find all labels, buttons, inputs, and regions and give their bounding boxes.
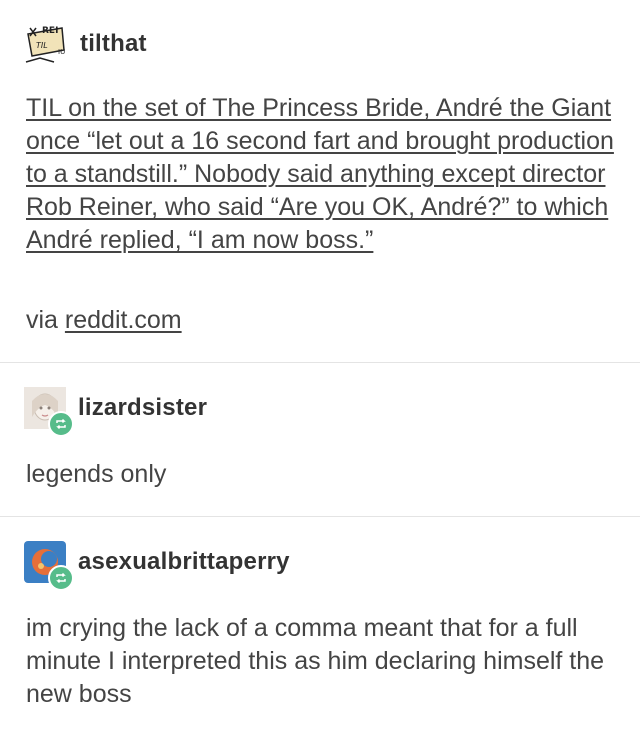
username-asexualbrittaperry[interactable]: asexualbrittaperry <box>78 548 290 576</box>
til-logo-icon: REI TIL IU <box>24 22 68 66</box>
via-link[interactable]: reddit.com <box>65 306 182 334</box>
avatar-tilthat[interactable]: REI TIL IU <box>24 22 68 66</box>
reblog-badge-icon <box>48 565 74 591</box>
divider-2 <box>0 516 640 517</box>
post-header-lizardsister: lizardsister <box>24 387 207 437</box>
avatar-lizardsister[interactable] <box>24 387 74 437</box>
avatar-text-top: REI <box>42 26 58 36</box>
divider-1 <box>0 362 640 363</box>
post-text-lizardsister: legends only <box>26 460 167 488</box>
username-lizardsister[interactable]: lizardsister <box>78 394 207 422</box>
post-text-asexualbrittaperry: im crying the lack of a comma meant that… <box>26 614 605 708</box>
avatar-text-mid: TIL <box>36 41 48 50</box>
post-header-asexualbrittaperry: asexualbrittaperry <box>24 541 290 591</box>
avatar-asexualbrittaperry[interactable] <box>24 541 74 591</box>
via-prefix: via <box>26 306 65 334</box>
via-line: via reddit.com <box>26 304 616 337</box>
post-header-tilthat: REI TIL IU tilthat <box>24 22 147 66</box>
post-body-lizardsister: legends only <box>26 458 616 491</box>
post-body-tilthat: TIL on the set of The Princess Bride, An… <box>26 92 616 257</box>
reblog-badge-icon <box>48 411 74 437</box>
post-body-asexualbrittaperry: im crying the lack of a comma meant that… <box>26 612 616 711</box>
username-tilthat[interactable]: tilthat <box>80 30 147 58</box>
avatar-text-small: IU <box>58 48 65 56</box>
post-link-text[interactable]: TIL on the set of The Princess Bride, An… <box>26 94 614 254</box>
